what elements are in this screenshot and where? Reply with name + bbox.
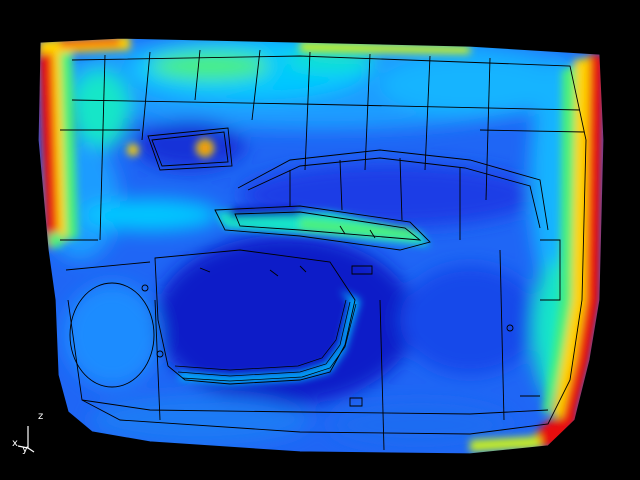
fea-viewport[interactable]: z x y <box>0 0 640 480</box>
door-panel-contour-plot <box>37 37 605 455</box>
triad-x-label: x <box>12 438 18 449</box>
triad-z-label: z <box>38 411 44 422</box>
triad-y-label: y <box>22 444 28 455</box>
coordinate-triad: z x y <box>8 412 58 462</box>
triad-axes-icon <box>17 426 35 453</box>
